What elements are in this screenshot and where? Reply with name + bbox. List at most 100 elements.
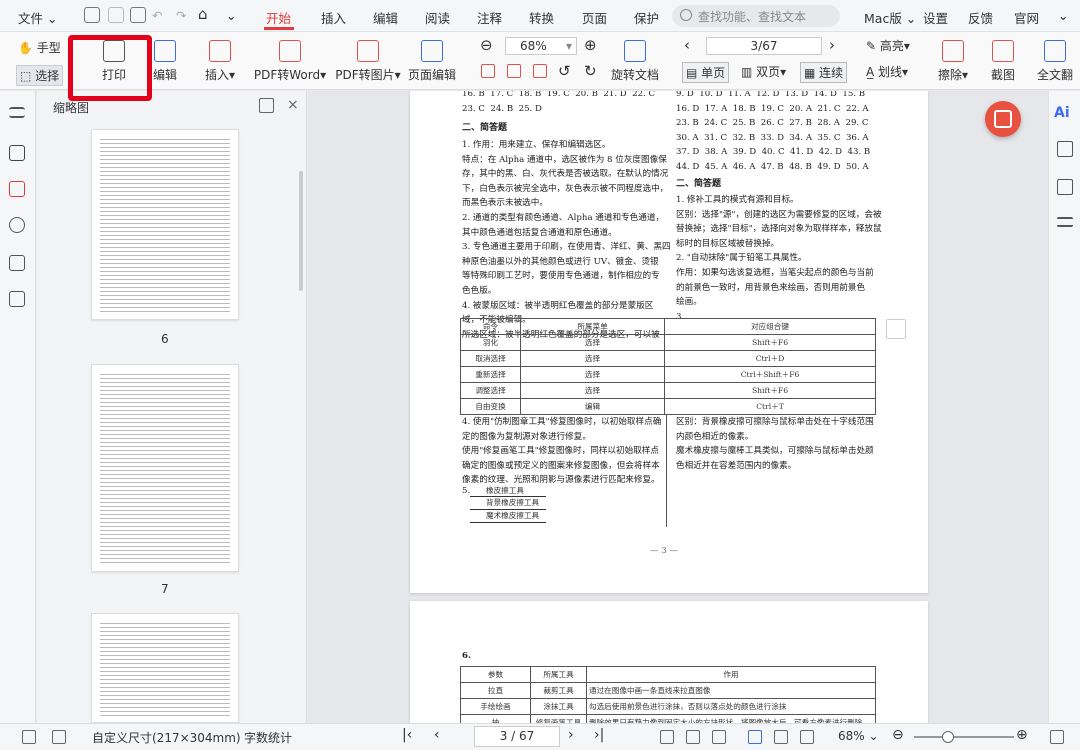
tab-annotate[interactable]: 注释 xyxy=(477,8,502,27)
zoom-slider-knob[interactable] xyxy=(942,731,954,743)
page-edit-button[interactable]: 页面编辑 xyxy=(404,40,460,83)
night-mode-icon[interactable] xyxy=(712,730,726,744)
rotate-right-icon[interactable]: ↻ xyxy=(584,62,597,80)
settings-sliders-icon[interactable] xyxy=(1057,217,1073,227)
attachment-icon[interactable] xyxy=(9,255,25,271)
print-quick-icon[interactable] xyxy=(130,7,146,23)
translate-button[interactable]: 全文翻 xyxy=(1030,40,1080,83)
table-extract-icon[interactable] xyxy=(886,319,906,339)
next-page-icon[interactable]: › xyxy=(829,36,835,54)
wps-assistant-icon[interactable] xyxy=(985,101,1021,137)
table-header: 所属工具 xyxy=(530,666,587,683)
last-page-icon[interactable]: ›| xyxy=(594,727,604,743)
expand-icon[interactable] xyxy=(52,730,66,744)
tab-start[interactable]: 开始 xyxy=(266,8,291,27)
tab-read[interactable]: 阅读 xyxy=(425,8,450,27)
table-header: 参数 xyxy=(460,666,531,683)
continuous-button[interactable]: ▦ 连续 xyxy=(800,62,848,83)
thumbnail-page-8[interactable] xyxy=(91,613,239,723)
double-page-button[interactable]: ▥ 双页▾ xyxy=(738,62,789,81)
actual-size-icon[interactable] xyxy=(481,64,495,78)
underline-button[interactable]: A̲ 划线▾ xyxy=(866,63,908,80)
menu-bar: 文件 ⌄ ↶ ↷ ⌂ ⌄ 开始 插入 编辑 阅读 注释 转换 页面 保护 查找功… xyxy=(0,0,1080,32)
redo-icon[interactable]: ↷ xyxy=(176,8,186,23)
ai-document-icon[interactable] xyxy=(1057,141,1073,157)
thumbnail-page-7[interactable] xyxy=(91,364,239,572)
right-sidebar: Ai xyxy=(1048,91,1080,723)
highlight-button[interactable]: ✎ 高亮▾ xyxy=(866,37,910,54)
zoom-out-icon[interactable]: ⊖ xyxy=(892,727,904,743)
zoom-in-icon[interactable]: ⊕ xyxy=(1016,727,1028,743)
website-menu[interactable]: 官网 xyxy=(1014,8,1039,27)
find-icon[interactable] xyxy=(9,217,25,233)
fit-view-icon[interactable] xyxy=(660,730,674,744)
fullscreen-icon[interactable] xyxy=(1050,730,1064,744)
thumbnail-panel: 缩略图 × 6 7 xyxy=(37,91,307,723)
feedback-menu[interactable]: 反馈 xyxy=(968,8,993,27)
translate-side-icon[interactable] xyxy=(1057,179,1073,195)
rotate-document-button[interactable]: 旋转文档 xyxy=(610,40,660,83)
mac-version-link[interactable]: Mac版 ⌄ xyxy=(864,8,916,27)
screenshot-button[interactable]: 截图 xyxy=(982,40,1024,83)
open-icon[interactable] xyxy=(84,7,100,23)
settings-menu[interactable]: 设置 xyxy=(923,8,948,27)
thumbnail-label: 6 xyxy=(161,332,169,346)
home-icon[interactable]: ⌂ xyxy=(198,5,208,23)
tab-page[interactable]: 页面 xyxy=(582,8,607,27)
thumbnail-options-icon[interactable] xyxy=(259,98,274,113)
thumbnails-icon[interactable] xyxy=(9,181,25,197)
annotation-pen-icon[interactable] xyxy=(9,145,25,161)
thumbnail-scrollbar[interactable] xyxy=(299,171,303,291)
word-count-button[interactable]: 字数统计 xyxy=(244,729,292,746)
page-indicator[interactable]: 3 / 67 xyxy=(474,726,560,747)
page-search-icon[interactable] xyxy=(9,291,25,307)
rotate-left-icon[interactable]: ↺ xyxy=(558,62,571,80)
zoom-level[interactable]: 68% ⌄ xyxy=(838,729,879,743)
prev-page-icon[interactable]: ‹ xyxy=(684,36,690,54)
table-row: 抽修复画笔工具 删除效果只有藉力像到固定大小的方块形状，将图像放大后，可看方像素进… xyxy=(460,714,876,723)
prev-page-icon[interactable]: ‹ xyxy=(434,727,440,743)
table-row: 调整选择 选择 Shift＋F6 xyxy=(460,382,876,399)
tab-insert[interactable]: 插入 xyxy=(321,8,346,27)
insert-button[interactable]: 插入▾ xyxy=(196,40,244,83)
grid-icon xyxy=(421,40,443,62)
first-page-icon[interactable]: |‹ xyxy=(402,727,412,743)
page-number-field[interactable]: 3/67 xyxy=(706,37,822,55)
zoom-combo[interactable]: 68% ▾ xyxy=(505,37,577,55)
fit-page-icon[interactable] xyxy=(507,64,521,78)
collapse-left-icon[interactable] xyxy=(22,730,36,744)
hand-tool[interactable]: ✋ 手型 xyxy=(18,39,61,56)
pdf-page-3: 16. B 17. C 18. B 19. C 20. B 21. D 22. … xyxy=(410,91,928,593)
fit-width-icon[interactable] xyxy=(533,64,547,78)
save-icon[interactable] xyxy=(108,7,124,23)
file-menu[interactable]: 文件 ⌄ xyxy=(18,8,57,27)
select-tool[interactable]: ⬚ 选择 xyxy=(16,65,64,86)
undo-icon[interactable]: ↶ xyxy=(152,8,162,23)
search-box[interactable]: 查找功能、查找文本 xyxy=(672,5,840,27)
tab-protect[interactable]: 保护 xyxy=(634,8,659,27)
ai-icon[interactable]: Ai xyxy=(1054,105,1070,121)
reading-mode-icon[interactable] xyxy=(686,730,700,744)
thumbnail-page-6[interactable] xyxy=(91,129,239,320)
word-icon xyxy=(279,40,301,62)
tab-edit[interactable]: 编辑 xyxy=(373,8,398,27)
zoom-out-icon[interactable]: ⊖ xyxy=(480,36,493,54)
single-page-button[interactable]: ▤ 单页 xyxy=(682,62,730,83)
double-view-icon[interactable] xyxy=(774,730,788,744)
menu-icon[interactable] xyxy=(9,107,25,118)
single-view-icon[interactable] xyxy=(748,730,762,744)
pdf-to-image-button[interactable]: PDF转图片▾ xyxy=(334,40,402,83)
quick-menu-chevron-icon[interactable]: ⌄ xyxy=(226,8,236,23)
status-bar: 自定义尺寸(217×304mm) 字数统计 |‹ ‹ 3 / 67 › ›| 6… xyxy=(0,723,1080,750)
next-page-icon[interactable]: › xyxy=(568,727,574,743)
close-icon[interactable]: × xyxy=(287,97,299,113)
zoom-dropdown-icon[interactable]: ▾ xyxy=(566,38,572,54)
pdf-to-word-button[interactable]: PDF转Word▾ xyxy=(250,40,330,83)
answer-list-left: 16. B 17. C 18. B 19. C 20. B 21. D 22. … xyxy=(462,91,656,114)
zoom-in-icon[interactable]: ⊕ xyxy=(584,36,597,54)
erase-button[interactable]: 擦除▾ xyxy=(930,40,976,83)
continuous-view-icon[interactable] xyxy=(800,730,814,744)
tab-convert[interactable]: 转换 xyxy=(529,8,554,27)
zoom-slider[interactable] xyxy=(914,731,1014,743)
chevron-down-icon[interactable]: ⌄ xyxy=(1058,8,1068,23)
